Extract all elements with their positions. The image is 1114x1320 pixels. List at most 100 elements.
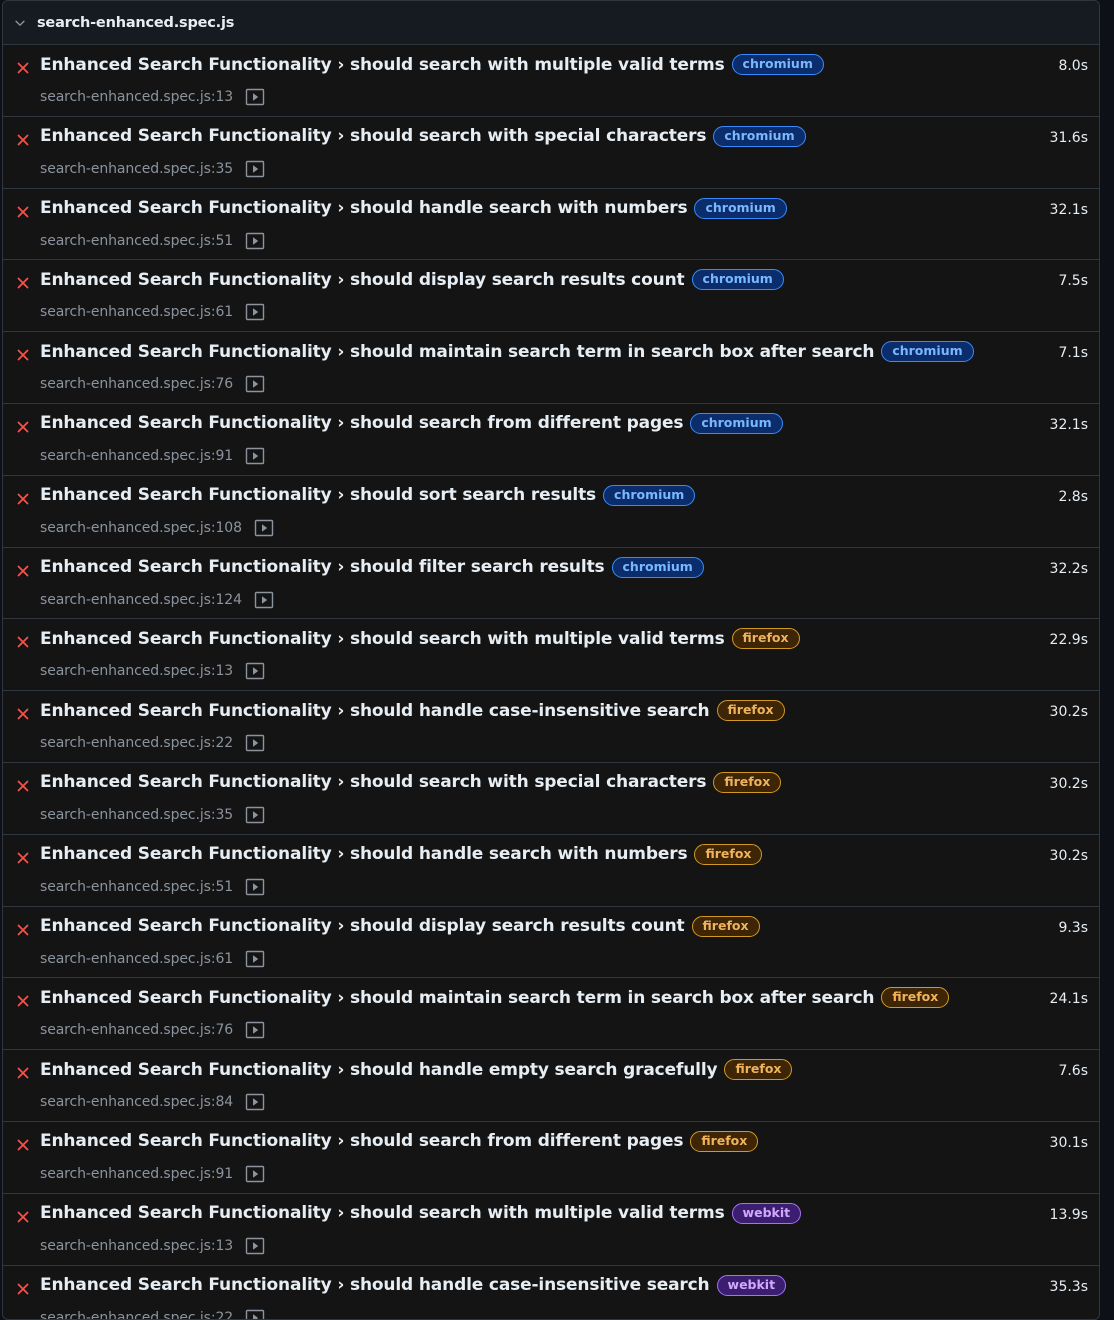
test-title[interactable]: Enhanced Search Functionality › should m… — [40, 988, 874, 1008]
test-title-line: Enhanced Search Functionality › should h… — [40, 843, 763, 865]
test-title[interactable]: Enhanced Search Functionality › should h… — [40, 1060, 718, 1080]
test-title[interactable]: Enhanced Search Functionality › should s… — [40, 126, 706, 146]
play-trace-icon[interactable] — [245, 1237, 265, 1255]
test-location: search-enhanced.spec.js:124 — [40, 591, 242, 608]
play-trace-icon[interactable] — [254, 591, 274, 609]
play-trace-icon[interactable] — [245, 447, 265, 465]
test-meta-line: search-enhanced.spec.js:51 — [40, 878, 265, 896]
project-badge[interactable]: firefox — [716, 700, 785, 722]
test-title[interactable]: Enhanced Search Functionality › should h… — [40, 844, 688, 864]
test-meta-line: search-enhanced.spec.js:51 — [40, 232, 265, 250]
project-badge[interactable]: chromium — [691, 269, 784, 291]
play-trace-icon[interactable] — [245, 375, 265, 393]
test-title[interactable]: Enhanced Search Functionality › should s… — [40, 413, 683, 433]
test-title-line: Enhanced Search Functionality › should h… — [40, 700, 785, 722]
test-title[interactable]: Enhanced Search Functionality › should h… — [40, 701, 710, 721]
test-title[interactable]: Enhanced Search Functionality › should h… — [40, 1275, 710, 1295]
play-trace-icon[interactable] — [245, 88, 265, 106]
test-title-line: Enhanced Search Functionality › should s… — [40, 771, 782, 793]
test-list: Enhanced Search Functionality › should s… — [3, 45, 1099, 1319]
project-badge[interactable]: chromium — [713, 125, 806, 147]
test-location: search-enhanced.spec.js:61 — [40, 304, 234, 321]
play-trace-icon[interactable] — [245, 303, 265, 321]
test-duration: 7.5s — [1058, 273, 1088, 290]
test-row[interactable]: Enhanced Search Functionality › should s… — [3, 476, 1099, 548]
test-title[interactable]: Enhanced Search Functionality › should d… — [40, 270, 685, 290]
test-row[interactable]: Enhanced Search Functionality › should m… — [3, 332, 1099, 404]
project-badge[interactable]: firefox — [731, 628, 800, 650]
project-badge[interactable]: firefox — [713, 771, 782, 793]
chevron-down-icon[interactable] — [3, 16, 37, 30]
test-row[interactable]: Enhanced Search Functionality › should m… — [3, 978, 1099, 1051]
test-title[interactable]: Enhanced Search Functionality › should s… — [40, 772, 706, 792]
play-trace-icon[interactable] — [245, 1309, 265, 1319]
project-badge[interactable]: firefox — [881, 987, 950, 1009]
play-trace-icon[interactable] — [245, 1165, 265, 1183]
test-title[interactable]: Enhanced Search Functionality › should h… — [40, 198, 688, 218]
test-row[interactable]: Enhanced Search Functionality › should h… — [3, 835, 1099, 907]
project-badge[interactable]: chromium — [690, 412, 783, 434]
test-row[interactable]: Enhanced Search Functionality › should f… — [3, 548, 1099, 620]
project-badge[interactable]: firefox — [694, 843, 763, 865]
test-title[interactable]: Enhanced Search Functionality › should m… — [40, 342, 874, 362]
play-trace-icon[interactable] — [245, 878, 265, 896]
test-row[interactable]: Enhanced Search Functionality › should s… — [3, 117, 1099, 189]
test-title[interactable]: Enhanced Search Functionality › should s… — [40, 1203, 725, 1223]
play-trace-icon[interactable] — [245, 160, 265, 178]
test-title[interactable]: Enhanced Search Functionality › should s… — [40, 55, 725, 75]
test-meta-line: search-enhanced.spec.js:22 — [40, 734, 265, 752]
test-location: search-enhanced.spec.js:51 — [40, 232, 234, 249]
play-trace-icon[interactable] — [245, 1021, 265, 1039]
project-badge[interactable]: firefox — [691, 915, 760, 937]
test-row[interactable]: Enhanced Search Functionality › should h… — [3, 1050, 1099, 1122]
test-meta-line: search-enhanced.spec.js:61 — [40, 950, 265, 968]
play-trace-icon[interactable] — [245, 662, 265, 680]
play-trace-icon[interactable] — [245, 734, 265, 752]
project-badge[interactable]: webkit — [731, 1202, 802, 1224]
test-title-line: Enhanced Search Functionality › should h… — [40, 1059, 793, 1081]
test-row[interactable]: Enhanced Search Functionality › should h… — [3, 691, 1099, 763]
test-title[interactable]: Enhanced Search Functionality › should s… — [40, 629, 725, 649]
play-trace-icon[interactable] — [245, 1093, 265, 1111]
test-row[interactable]: Enhanced Search Functionality › should h… — [3, 189, 1099, 261]
test-row[interactable]: Enhanced Search Functionality › should d… — [3, 260, 1099, 333]
test-row[interactable]: Enhanced Search Functionality › should s… — [3, 45, 1099, 117]
test-row[interactable]: Enhanced Search Functionality › should s… — [3, 763, 1099, 835]
project-badge[interactable]: webkit — [716, 1274, 787, 1296]
spec-file-name[interactable]: search-enhanced.spec.js — [37, 15, 234, 31]
project-badge[interactable]: firefox — [690, 1130, 759, 1152]
test-title[interactable]: Enhanced Search Functionality › should s… — [40, 1131, 683, 1151]
project-badge[interactable]: chromium — [694, 197, 787, 219]
test-duration: 30.2s — [1049, 704, 1088, 721]
fail-x-icon — [15, 491, 31, 507]
play-trace-icon[interactable] — [245, 950, 265, 968]
project-badge[interactable]: chromium — [603, 484, 696, 506]
test-location: search-enhanced.spec.js:108 — [40, 519, 242, 536]
test-duration: 31.6s — [1049, 129, 1088, 146]
test-title[interactable]: Enhanced Search Functionality › should f… — [40, 557, 605, 577]
fail-x-icon — [15, 60, 31, 76]
fail-x-icon — [15, 778, 31, 794]
project-badge[interactable]: chromium — [611, 556, 704, 578]
test-duration: 8.0s — [1058, 58, 1088, 74]
play-trace-icon[interactable] — [245, 232, 265, 250]
test-row[interactable]: Enhanced Search Functionality › should s… — [3, 1194, 1099, 1266]
project-badge[interactable]: firefox — [724, 1059, 793, 1081]
play-trace-icon[interactable] — [254, 519, 274, 537]
test-row[interactable]: Enhanced Search Functionality › should h… — [3, 1266, 1099, 1319]
project-badge[interactable]: chromium — [881, 341, 974, 363]
test-row[interactable]: Enhanced Search Functionality › should s… — [3, 619, 1099, 692]
test-row[interactable]: Enhanced Search Functionality › should d… — [3, 907, 1099, 979]
test-meta-line: search-enhanced.spec.js:84 — [40, 1093, 265, 1111]
test-title[interactable]: Enhanced Search Functionality › should d… — [40, 916, 685, 936]
test-meta-line: search-enhanced.spec.js:13 — [40, 1237, 265, 1255]
fail-x-icon — [15, 922, 31, 938]
play-trace-icon[interactable] — [245, 806, 265, 824]
project-badge[interactable]: chromium — [731, 54, 824, 75]
spec-file-header[interactable]: search-enhanced.spec.js — [3, 1, 1099, 45]
test-duration: 32.2s — [1049, 560, 1088, 577]
test-duration: 30.2s — [1049, 775, 1088, 792]
test-title[interactable]: Enhanced Search Functionality › should s… — [40, 485, 596, 505]
test-row[interactable]: Enhanced Search Functionality › should s… — [3, 1122, 1099, 1194]
test-row[interactable]: Enhanced Search Functionality › should s… — [3, 404, 1099, 476]
